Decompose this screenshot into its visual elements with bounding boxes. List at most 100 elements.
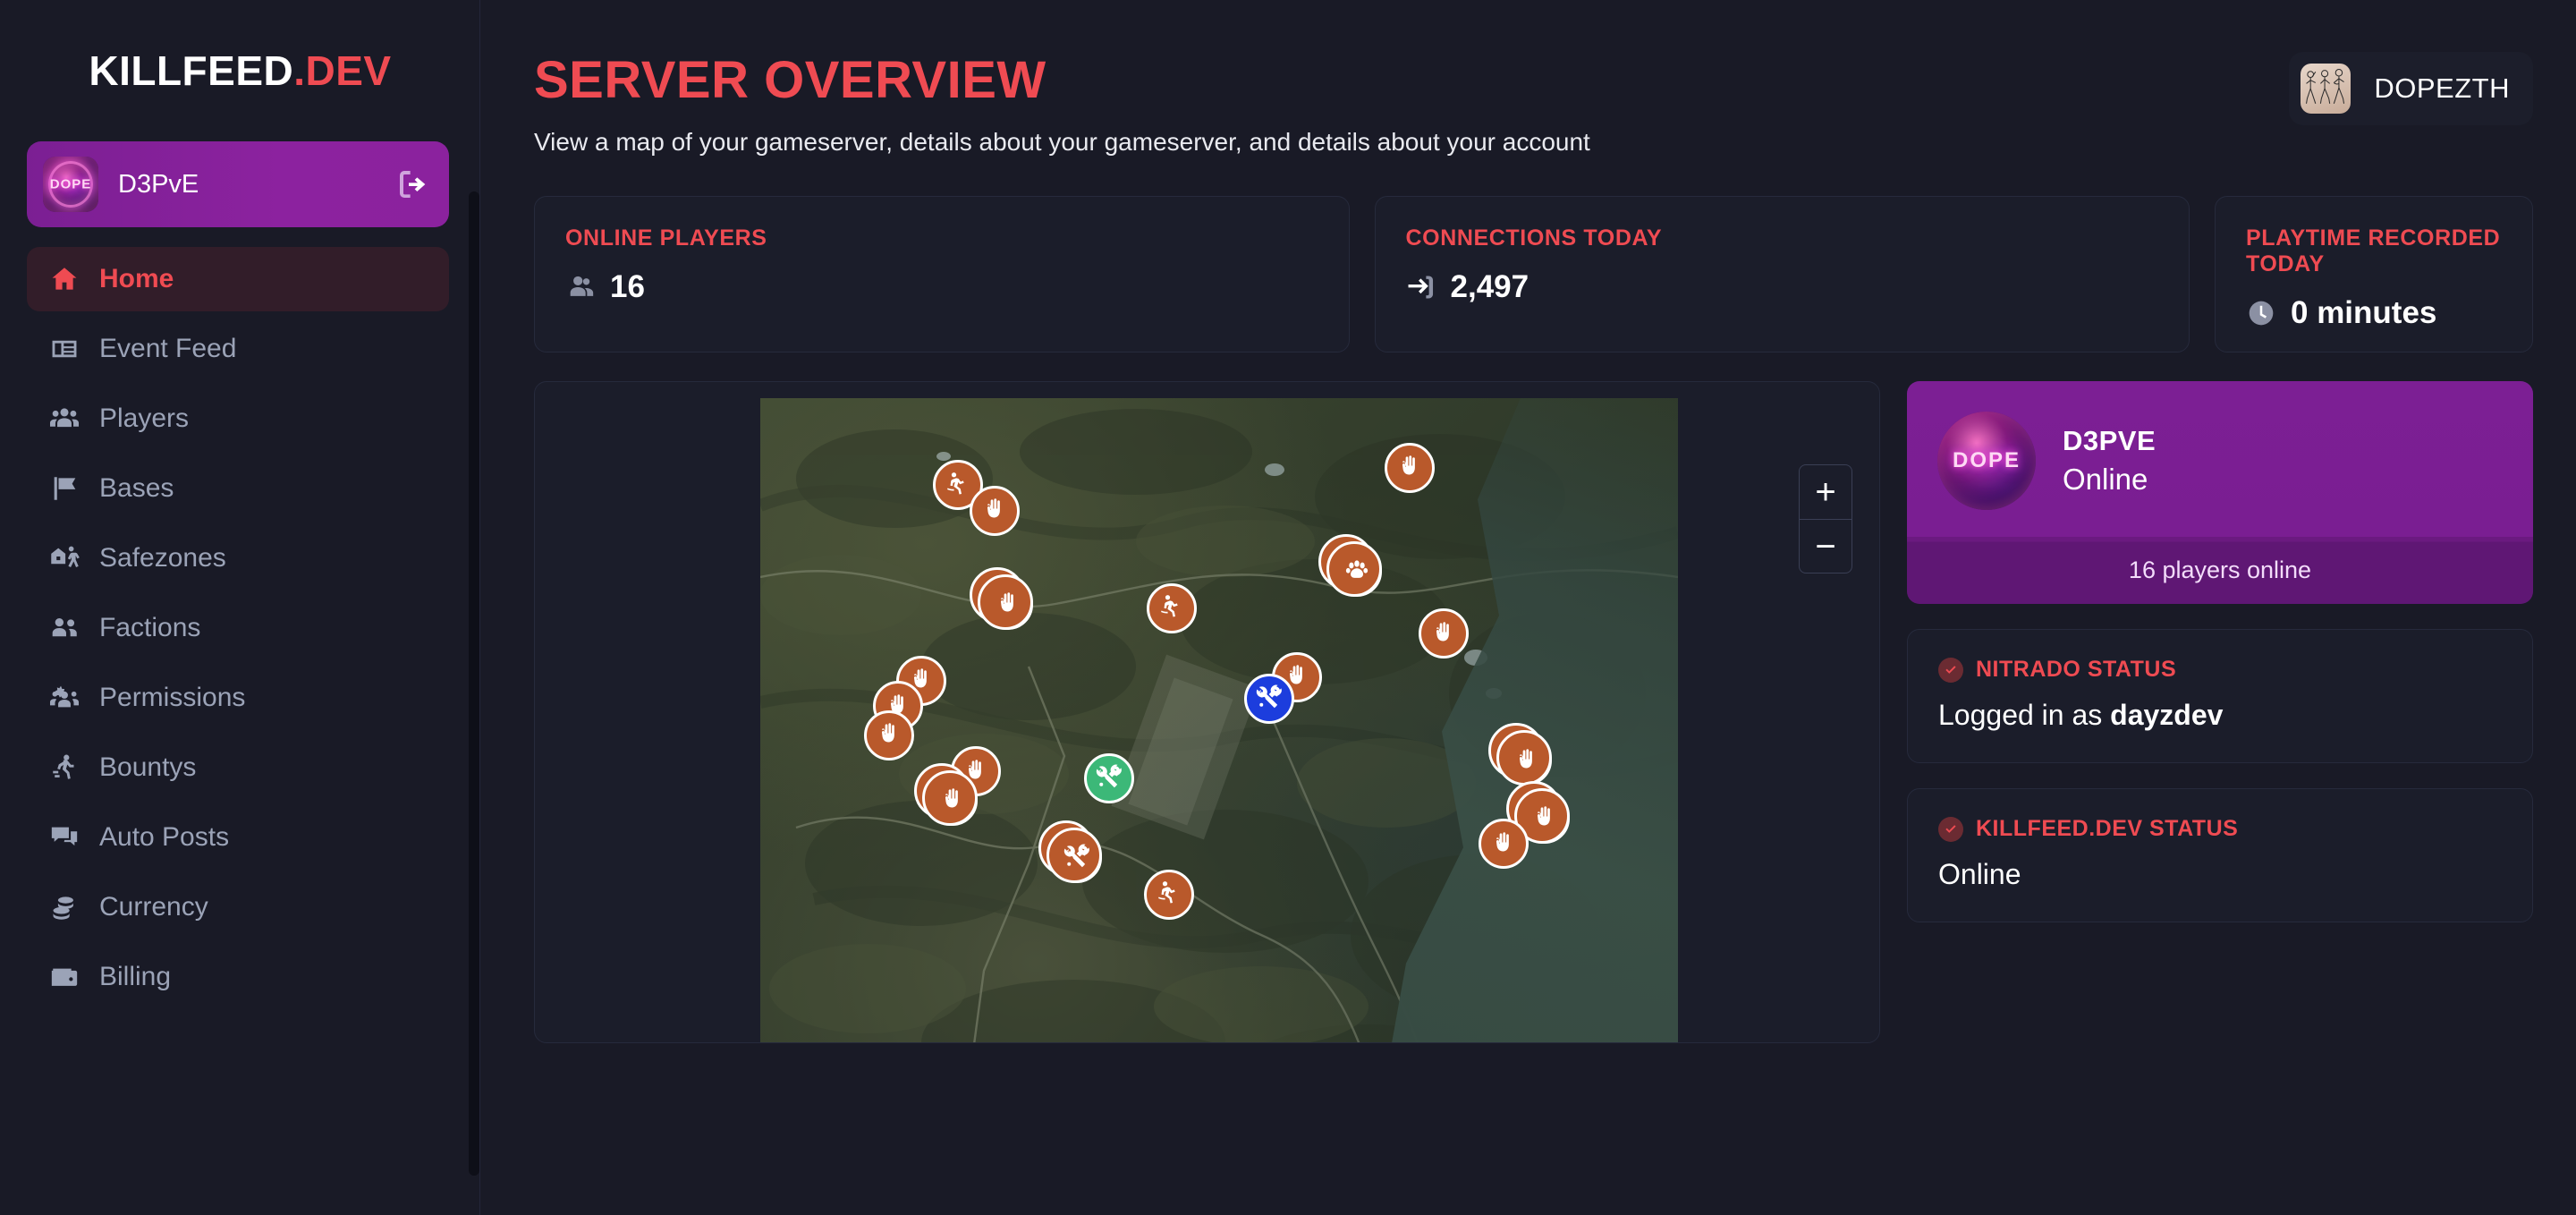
brand-suffix: .DEV bbox=[293, 47, 392, 94]
zoom-in-button[interactable]: + bbox=[1800, 465, 1852, 519]
stats-row: ONLINE PLAYERS 16 CONNECTIONS TODAY 2,49… bbox=[534, 196, 2576, 353]
home-icon bbox=[49, 264, 80, 294]
server-logo-label: DOPE bbox=[1952, 448, 2021, 472]
paw-icon bbox=[1343, 557, 1370, 588]
sidebar-item-bountys[interactable]: Bountys bbox=[27, 735, 449, 800]
map-marker-animal[interactable] bbox=[1318, 534, 1382, 598]
stat-label: PLAYTIME RECORDED TODAY bbox=[2246, 225, 2501, 276]
sidebar-item-label: Auto Posts bbox=[99, 822, 230, 852]
server-logo-label: DOPE bbox=[49, 176, 92, 192]
hand-icon bbox=[981, 495, 1008, 526]
server-status-name: D3PVE bbox=[2063, 425, 2157, 456]
page-subtitle: View a map of your gameserver, details a… bbox=[534, 128, 1590, 156]
zoom-out-button[interactable]: − bbox=[1800, 519, 1852, 573]
falling-person-icon bbox=[945, 470, 971, 501]
sidebar-nav: Home Event Feed Players Bases Safezones … bbox=[0, 247, 480, 1009]
sidebar: KILLFEED.DEV DOPE D3PvE Home Event Feed … bbox=[0, 0, 480, 1215]
sidebar-item-players[interactable]: Players bbox=[27, 387, 449, 451]
sidebar-item-event-feed[interactable]: Event Feed bbox=[27, 317, 449, 381]
map-marker-player[interactable] bbox=[863, 709, 914, 760]
killfeed-status-card: KILLFEED.DEV STATUS Online bbox=[1907, 788, 2533, 922]
login-arrow-icon bbox=[1408, 276, 1433, 299]
sidebar-item-billing[interactable]: Billing bbox=[27, 945, 449, 1009]
logout-icon[interactable] bbox=[395, 166, 431, 202]
hand-icon bbox=[1430, 618, 1457, 650]
clock-icon bbox=[2249, 301, 2274, 326]
user-name: DOPEZTH bbox=[2374, 72, 2510, 104]
safezone-icon bbox=[49, 543, 80, 574]
map-marker-player[interactable] bbox=[1487, 723, 1552, 786]
sidebar-item-safezones[interactable]: Safezones bbox=[27, 526, 449, 591]
stat-value-wrap: 0 minutes bbox=[2246, 295, 2502, 331]
stat-value-wrap: 16 bbox=[565, 269, 1318, 305]
check-circle-icon bbox=[1938, 816, 1963, 842]
factions-icon bbox=[49, 613, 80, 643]
right-column: DOPE D3PVE Online 16 players online NITR… bbox=[1907, 381, 2533, 1043]
server-status-state: Online bbox=[2063, 463, 2148, 496]
map-marker-death[interactable] bbox=[1146, 582, 1197, 633]
falling-person-icon bbox=[1156, 879, 1182, 910]
sidebar-item-permissions[interactable]: Permissions bbox=[27, 666, 449, 730]
stat-value-wrap: 2,497 bbox=[1406, 269, 2159, 305]
sidebar-item-currency[interactable]: Currency bbox=[27, 875, 449, 939]
server-status-top: DOPE D3PVE Online bbox=[1907, 381, 2533, 537]
sidebar-item-auto-posts[interactable]: Auto Posts bbox=[27, 805, 449, 870]
sidebar-item-label: Billing bbox=[99, 962, 172, 991]
sidebar-item-home[interactable]: Home bbox=[27, 247, 449, 311]
app-root: KILLFEED.DEV DOPE D3PvE Home Event Feed … bbox=[0, 0, 2576, 1215]
stat-value: 16 bbox=[610, 269, 645, 304]
sidebar-item-factions[interactable]: Factions bbox=[27, 596, 449, 660]
killfeed-status-title: KILLFEED.DEV STATUS bbox=[1976, 816, 2239, 841]
wrench-icon bbox=[1256, 684, 1283, 715]
nitrado-status-body: Logged in as dayzdev bbox=[1938, 699, 2502, 732]
stat-card-connections-today: CONNECTIONS TODAY 2,497 bbox=[1374, 196, 2190, 353]
sidebar-item-label: Safezones bbox=[99, 543, 226, 573]
map-marker-player[interactable] bbox=[969, 485, 1020, 536]
server-status-meta: D3PVE Online bbox=[2063, 425, 2156, 497]
map-marker-player[interactable] bbox=[970, 566, 1034, 630]
stat-label: CONNECTIONS TODAY bbox=[1405, 225, 1663, 251]
stat-card-playtime-recorded-today: PLAYTIME RECORDED TODAY 0 minutes bbox=[2215, 196, 2533, 353]
map-marker-player[interactable] bbox=[1419, 608, 1470, 659]
hand-icon bbox=[995, 589, 1021, 620]
page-title: SERVER OVERVIEW bbox=[534, 51, 1046, 109]
runner-icon bbox=[49, 752, 80, 783]
nitrado-status-head: NITRADO STATUS bbox=[1938, 657, 2502, 683]
falling-person-icon bbox=[1158, 592, 1185, 624]
map-zoom-controls: + − bbox=[1799, 464, 1852, 574]
server-players-online: 16 players online bbox=[1907, 537, 2533, 604]
nitrado-status-title: NITRADO STATUS bbox=[1976, 657, 2177, 682]
sidebar-item-label: Factions bbox=[99, 613, 201, 642]
server-status-card[interactable]: DOPE D3PVE Online 16 players online bbox=[1907, 381, 2533, 604]
sidebar-scrollbar[interactable] bbox=[469, 191, 479, 1176]
sidebar-item-bases[interactable]: Bases bbox=[27, 456, 449, 521]
map-canvas[interactable] bbox=[760, 398, 1678, 1042]
map-marker-death[interactable] bbox=[1143, 869, 1194, 920]
content-row: + − DOPE D3PVE Online 16 players online … bbox=[534, 381, 2576, 1043]
map-marker-player[interactable] bbox=[914, 762, 979, 826]
brand-logo[interactable]: KILLFEED.DEV bbox=[0, 0, 480, 104]
people-icon bbox=[570, 276, 594, 296]
stat-value: 2,497 bbox=[1450, 269, 1530, 304]
stat-card-online-players: ONLINE PLAYERS 16 bbox=[534, 196, 1350, 353]
hand-icon bbox=[1531, 803, 1558, 834]
user-account-chip[interactable]: DOPEZTH bbox=[2289, 52, 2533, 125]
map-marker-vehicle[interactable] bbox=[1244, 674, 1295, 725]
chat-icon bbox=[49, 822, 80, 853]
wrench-icon bbox=[1063, 843, 1090, 874]
coins-icon bbox=[49, 892, 80, 922]
server-selector-label: D3PvE bbox=[118, 169, 199, 199]
hand-icon bbox=[1490, 828, 1517, 860]
map-marker-player[interactable] bbox=[1479, 819, 1530, 870]
wallet-icon bbox=[49, 962, 80, 992]
sidebar-item-label: Permissions bbox=[99, 683, 246, 712]
feed-icon bbox=[49, 334, 80, 364]
map-marker-player[interactable] bbox=[1385, 442, 1436, 493]
server-selector[interactable]: DOPE D3PvE bbox=[27, 141, 449, 227]
map-marker-vehicle[interactable] bbox=[1083, 753, 1134, 804]
map-panel[interactable]: + − bbox=[534, 381, 1880, 1043]
sidebar-item-label: Players bbox=[99, 404, 190, 433]
nitrado-status-card: NITRADO STATUS Logged in as dayzdev bbox=[1907, 629, 2533, 763]
map-marker-vehicle[interactable] bbox=[1038, 820, 1102, 884]
hand-icon bbox=[1513, 745, 1540, 777]
